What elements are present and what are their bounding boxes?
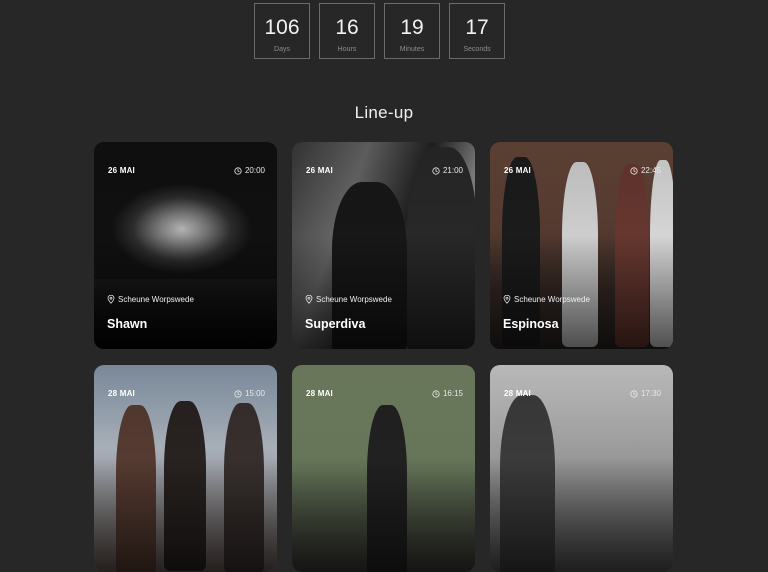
artist-name: Espinosa [503,317,559,331]
artist-name: Shawn [107,317,148,331]
countdown-seconds: 17 Seconds [449,3,505,59]
countdown-label: Hours [337,46,357,53]
card-date: 26 MAI [108,166,135,175]
countdown-label: Seconds [463,46,491,53]
countdown-minutes: 19 Minutes [384,3,440,59]
artist-name: Superdiva [305,317,366,331]
artist-card[interactable]: 28 MAI 17:30 [490,365,673,572]
card-date: 28 MAI [504,389,531,398]
card-time: 17:30 [640,389,661,398]
countdown-value: 106 [264,16,300,39]
countdown-hours: 16 Hours [319,3,375,59]
clock-icon [432,389,440,398]
countdown-label: Minutes [399,46,425,53]
artist-card[interactable]: 28 MAI 15:00 [94,365,277,572]
card-date: 26 MAI [306,166,333,175]
card-date: 28 MAI [108,389,135,398]
card-date: 26 MAI [504,166,531,175]
clock-icon [630,166,638,175]
card-venue: Scheune Worpswede [514,295,590,304]
artist-card[interactable]: 28 MAI 16:15 [292,365,475,572]
map-pin-icon [107,295,115,304]
clock-icon [234,166,242,175]
card-time: 21:00 [442,166,463,175]
card-date: 28 MAI [306,389,333,398]
countdown-label: Days [274,46,290,53]
section-title: Line-up [354,103,414,123]
card-time: 15:00 [244,389,265,398]
countdown-value: 19 [400,16,424,39]
card-time: 16:15 [442,389,463,398]
lineup-grid: 26 MAI 20:00 Scheune Worpswede Shawn 26 … [94,142,674,572]
countdown-days: 106 Days [254,3,310,59]
artist-card-espinosa[interactable]: 26 MAI 22:45 Scheune Worpswede Espinosa [490,142,673,349]
clock-icon [630,389,638,398]
card-venue: Scheune Worpswede [118,295,194,304]
artist-card-superdiva[interactable]: 26 MAI 21:00 Scheune Worpswede Superdiva [292,142,475,349]
artist-card-shawn[interactable]: 26 MAI 20:00 Scheune Worpswede Shawn [94,142,277,349]
clock-icon [432,166,440,175]
countdown-value: 16 [335,16,359,39]
card-time: 22:45 [640,166,661,175]
countdown-timer: 106 Days 16 Hours 19 Minutes 17 Seconds [254,3,505,59]
map-pin-icon [305,295,313,304]
card-time: 20:00 [244,166,265,175]
countdown-value: 17 [465,16,489,39]
map-pin-icon [503,295,511,304]
clock-icon [234,389,242,398]
card-venue: Scheune Worpswede [316,295,392,304]
